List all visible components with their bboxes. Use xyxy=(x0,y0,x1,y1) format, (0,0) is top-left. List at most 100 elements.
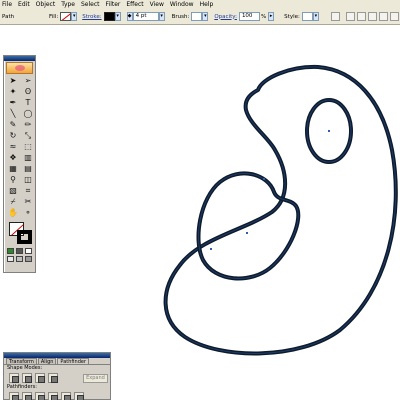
divide-button[interactable] xyxy=(9,392,19,400)
pathfinders-label: Pathfinders: xyxy=(7,384,37,390)
menu-filter[interactable]: Filter xyxy=(106,0,121,9)
none-mode-icon[interactable] xyxy=(25,248,32,254)
add-to-shape-area-button[interactable] xyxy=(9,373,19,383)
graph-tool-icon[interactable]: ▥ xyxy=(21,153,35,163)
align-top-icon[interactable] xyxy=(378,12,388,21)
brush-dropdown[interactable]: ▾ xyxy=(202,12,209,21)
brush-label: Brush: xyxy=(171,13,190,20)
selection-tool-icon[interactable]: ➤ xyxy=(6,76,20,86)
zoom-tool-icon[interactable]: ⚬ xyxy=(21,208,35,218)
menu-window[interactable]: Window xyxy=(170,0,194,9)
magic-wand-tool-icon[interactable]: ✦ xyxy=(6,87,20,97)
selected-path-group[interactable] xyxy=(163,64,398,356)
expand-button[interactable]: Expand xyxy=(83,373,108,383)
eyedropper-tool-icon[interactable]: ⚲ xyxy=(6,175,20,185)
align-left-icon[interactable] xyxy=(345,12,355,21)
exclude-overlapping-areas-button[interactable] xyxy=(48,373,58,383)
align-middle-icon[interactable] xyxy=(389,12,399,21)
transform-icon[interactable] xyxy=(330,12,340,21)
selection-type-label: Path xyxy=(2,13,15,20)
menu-help[interactable]: Help xyxy=(200,0,214,9)
live-paint-tool-icon[interactable]: ▧ xyxy=(6,186,20,196)
opacity-field[interactable]: 100 xyxy=(238,12,260,21)
shape-modes-row: Expand xyxy=(4,372,110,384)
gradient-tool-icon[interactable]: ▤ xyxy=(21,164,35,174)
menu-effect[interactable]: Effect xyxy=(126,0,143,9)
artboard[interactable] xyxy=(0,0,400,400)
menu-object[interactable]: Object xyxy=(36,0,56,9)
tools-panel-titlebar[interactable] xyxy=(4,56,35,61)
scissors-tool-icon[interactable]: ✂ xyxy=(21,197,35,207)
anchor-point[interactable] xyxy=(246,232,248,234)
blend-tool-icon[interactable]: ◫ xyxy=(21,175,35,185)
pathfinder-panel: Transform Align Pathfinder Shape Modes: … xyxy=(3,352,111,400)
line-tool-icon[interactable]: ╲ xyxy=(6,109,20,119)
outer-crescent-path[interactable] xyxy=(163,64,398,356)
minus-back-button[interactable] xyxy=(74,392,84,400)
style-field[interactable] xyxy=(301,12,313,21)
warp-tool-icon[interactable]: ≈ xyxy=(6,142,20,152)
menu-select[interactable]: Select xyxy=(81,0,100,9)
brush-field[interactable] xyxy=(191,12,203,21)
anchor-point[interactable] xyxy=(210,248,212,250)
menu-bar: File Edit Object Type Select Filter Effe… xyxy=(0,0,400,9)
pencil-tool-icon[interactable]: ✏ xyxy=(21,120,35,130)
color-mode-icon[interactable] xyxy=(7,248,14,254)
menu-type[interactable]: Type xyxy=(61,0,75,9)
symbol-sprayer-tool-icon[interactable]: ❖ xyxy=(6,153,20,163)
free-transform-tool-icon[interactable]: ⬚ xyxy=(21,142,35,152)
hand-tool-icon[interactable]: ✋ xyxy=(6,208,20,218)
fill-stroke-control xyxy=(7,221,32,245)
rotate-tool-icon[interactable]: ↻ xyxy=(6,131,20,141)
stroke-weight-dropdown[interactable]: ▾ xyxy=(158,12,165,21)
tab-align[interactable]: Align xyxy=(37,358,57,365)
full-screen-mode-icon[interactable] xyxy=(25,256,32,262)
type-tool-icon[interactable]: T xyxy=(21,98,35,108)
gradient-mode-icon[interactable] xyxy=(16,248,23,254)
merge-button[interactable] xyxy=(35,392,45,400)
anchor-point[interactable] xyxy=(263,178,265,180)
crop-tool-icon[interactable]: ⌗ xyxy=(21,186,35,196)
direct-selection-tool-icon[interactable]: ➢ xyxy=(21,76,35,86)
intersect-shape-areas-button[interactable] xyxy=(35,373,45,383)
pen-tool-icon[interactable]: ✒ xyxy=(6,98,20,108)
paintbrush-tool-icon[interactable]: ✎ xyxy=(6,120,20,130)
style-dropdown[interactable]: ▾ xyxy=(312,12,319,21)
stroke-label[interactable]: Stroke: xyxy=(82,14,101,20)
tab-pathfinder[interactable]: Pathfinder xyxy=(57,358,90,365)
shape-modes-label: Shape Modes: xyxy=(7,365,43,371)
full-screen-menu-mode-icon[interactable] xyxy=(16,256,23,262)
align-center-icon[interactable] xyxy=(356,12,366,21)
fill-label: Fill: xyxy=(49,13,59,20)
opacity-label[interactable]: Opacity: xyxy=(214,14,237,20)
screen-mode-row xyxy=(4,255,35,263)
outline-button[interactable] xyxy=(61,392,71,400)
ellipse-tool-icon[interactable]: ◯ xyxy=(21,109,35,119)
anchor-point[interactable] xyxy=(328,130,330,132)
mesh-tool-icon[interactable]: ▦ xyxy=(6,164,20,174)
align-right-icon[interactable] xyxy=(367,12,377,21)
tool-grid: ➤ ➢ ✦ ʘ ✒ T ╲ ◯ ✎ ✏ ↻ ⤡ ≈ ⬚ ❖ ▥ ▦ ▤ ⚲ ◫ … xyxy=(4,75,35,219)
panel-tabs: Transform Align Pathfinder xyxy=(4,358,110,365)
opacity-dropdown[interactable]: ▸ xyxy=(268,12,275,21)
menu-file[interactable]: File xyxy=(2,0,12,9)
control-bar: Path Fill: ▾ Stroke: ▾ ◆ 4 pt ▾ Brush: ▾… xyxy=(0,9,400,25)
slice-tool-icon[interactable]: ⌿ xyxy=(6,197,20,207)
menu-edit[interactable]: Edit xyxy=(18,0,30,9)
stroke-swatch[interactable] xyxy=(103,12,115,21)
crop-button[interactable] xyxy=(48,392,58,400)
menu-view[interactable]: View xyxy=(150,0,164,9)
stroke-dropdown[interactable]: ▾ xyxy=(114,12,121,21)
tab-transform[interactable]: Transform xyxy=(6,358,37,365)
fill-dropdown[interactable]: ▾ xyxy=(71,12,78,21)
lasso-tool-icon[interactable]: ʘ xyxy=(21,87,35,97)
scale-tool-icon[interactable]: ⤡ xyxy=(21,131,35,141)
stroke-weight-field[interactable]: 4 pt xyxy=(132,12,159,21)
trim-button[interactable] xyxy=(22,392,32,400)
standard-screen-mode-icon[interactable] xyxy=(7,256,14,262)
fill-swatch[interactable] xyxy=(60,12,72,21)
pathfinders-row xyxy=(4,391,110,400)
app-logo xyxy=(6,62,33,74)
subtract-from-shape-area-button[interactable] xyxy=(22,373,32,383)
stroke-black-swatch[interactable] xyxy=(17,230,32,244)
